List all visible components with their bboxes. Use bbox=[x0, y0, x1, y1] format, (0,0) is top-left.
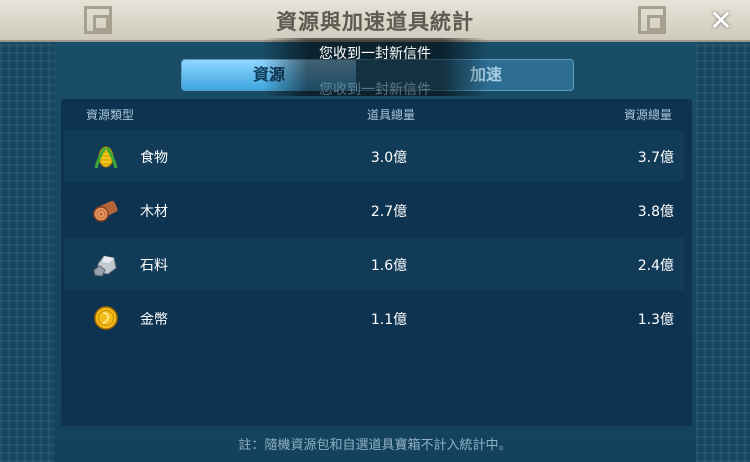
resource-total-value: 1.3億 bbox=[637, 312, 674, 328]
stats-table: 資源類型 道具總量 資源總量 食物 3.0億 3.7億 木材 2.7億 3.8億… bbox=[61, 99, 692, 426]
resource-name: 木材 bbox=[140, 204, 168, 220]
toast-message: 您收到一封新信件 bbox=[319, 46, 431, 62]
header-resource-total: 資源總量 bbox=[623, 108, 672, 122]
resource-name: 金幣 bbox=[140, 312, 168, 328]
item-total-value: 2.7億 bbox=[370, 204, 408, 220]
table-row: 木材 2.7億 3.8億 bbox=[64, 184, 684, 236]
item-total-value: 1.1億 bbox=[370, 312, 408, 328]
notification-toast: 您收到一封新信件 您收到一封新信件 bbox=[262, 38, 488, 98]
table-row: 金幣 1.1億 1.3億 bbox=[64, 292, 684, 344]
resource-total-value: 3.7億 bbox=[637, 150, 674, 166]
resource-name: 食物 bbox=[140, 150, 168, 166]
dialog-frame: 資源與加速道具統計 ✕ 資源 加速 您收到一封新信件 您收到一封新信件 資源類型… bbox=[0, 0, 750, 462]
log-icon bbox=[93, 200, 118, 222]
resource-name: 石料 bbox=[140, 258, 168, 274]
item-total-value: 1.6億 bbox=[370, 258, 408, 274]
table-row: 食物 3.0億 3.7億 bbox=[64, 130, 684, 182]
stone-icon bbox=[93, 255, 117, 277]
toast-message-ghost: 您收到一封新信件 bbox=[319, 82, 431, 98]
title-bar: 資源與加速道具統計 bbox=[0, 0, 750, 42]
left-border-pattern bbox=[0, 40, 54, 462]
footnote: 註：隨機資源包和自選道具寶箱不計入統計中。 bbox=[238, 438, 512, 453]
header-item-total: 道具總量 bbox=[366, 108, 415, 122]
header-resource-type: 資源類型 bbox=[86, 108, 135, 122]
close-button[interactable]: ✕ bbox=[704, 6, 738, 36]
corn-icon bbox=[94, 146, 118, 169]
resource-total-value: 2.4億 bbox=[637, 258, 674, 274]
item-total-value: 3.0億 bbox=[370, 150, 408, 166]
title-ornament-right bbox=[638, 6, 666, 34]
gold-coin-icon bbox=[94, 306, 118, 330]
right-border-pattern bbox=[696, 40, 750, 462]
table-row: 石料 1.6億 2.4億 bbox=[64, 238, 684, 290]
resource-total-value: 3.8億 bbox=[637, 204, 674, 220]
